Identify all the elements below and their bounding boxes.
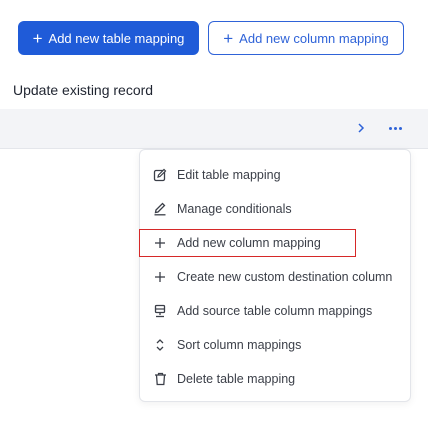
row-actions-menu: Edit table mapping Manage conditionals A…: [139, 149, 411, 402]
menu-item-label: Manage conditionals: [177, 202, 292, 216]
section-title: Update existing record: [13, 82, 154, 98]
trash-icon: [151, 372, 169, 386]
add-new-table-mapping-label: Add new table mapping: [48, 30, 185, 46]
menu-item-add-source-table-column-mappings[interactable]: Add source table column mappings: [140, 297, 412, 325]
plus-icon: [151, 237, 169, 249]
add-new-table-mapping-button[interactable]: + Add new table mapping: [18, 21, 199, 55]
pencil-icon: [151, 202, 169, 216]
plus-icon: +: [223, 28, 234, 48]
menu-item-label: Create new custom destination column: [177, 270, 393, 284]
menu-item-label: Add new column mapping: [177, 236, 321, 250]
edit-icon: [151, 168, 169, 182]
more-horizontal-icon[interactable]: [383, 118, 407, 138]
menu-item-sort-column-mappings[interactable]: Sort column mappings: [140, 331, 412, 359]
add-new-column-mapping-button[interactable]: + Add new column mapping: [208, 21, 404, 55]
menu-item-edit-table-mapping[interactable]: Edit table mapping: [140, 161, 412, 189]
menu-item-add-new-column-mapping[interactable]: Add new column mapping: [139, 229, 356, 257]
plus-icon: +: [32, 28, 43, 48]
database-icon: [151, 304, 169, 318]
menu-item-manage-conditionals[interactable]: Manage conditionals: [140, 195, 412, 223]
plus-icon: [151, 271, 169, 283]
menu-item-label: Delete table mapping: [177, 372, 296, 386]
menu-item-delete-table-mapping[interactable]: Delete table mapping: [140, 365, 412, 393]
add-new-column-mapping-label: Add new column mapping: [239, 30, 389, 46]
menu-item-label: Edit table mapping: [177, 168, 281, 182]
menu-item-label: Sort column mappings: [177, 338, 302, 352]
menu-item-label: Add source table column mappings: [177, 304, 373, 318]
menu-item-create-custom-destination-column[interactable]: Create new custom destination column: [140, 263, 412, 291]
sort-icon: [151, 338, 169, 352]
chevron-right-icon[interactable]: [354, 118, 368, 138]
